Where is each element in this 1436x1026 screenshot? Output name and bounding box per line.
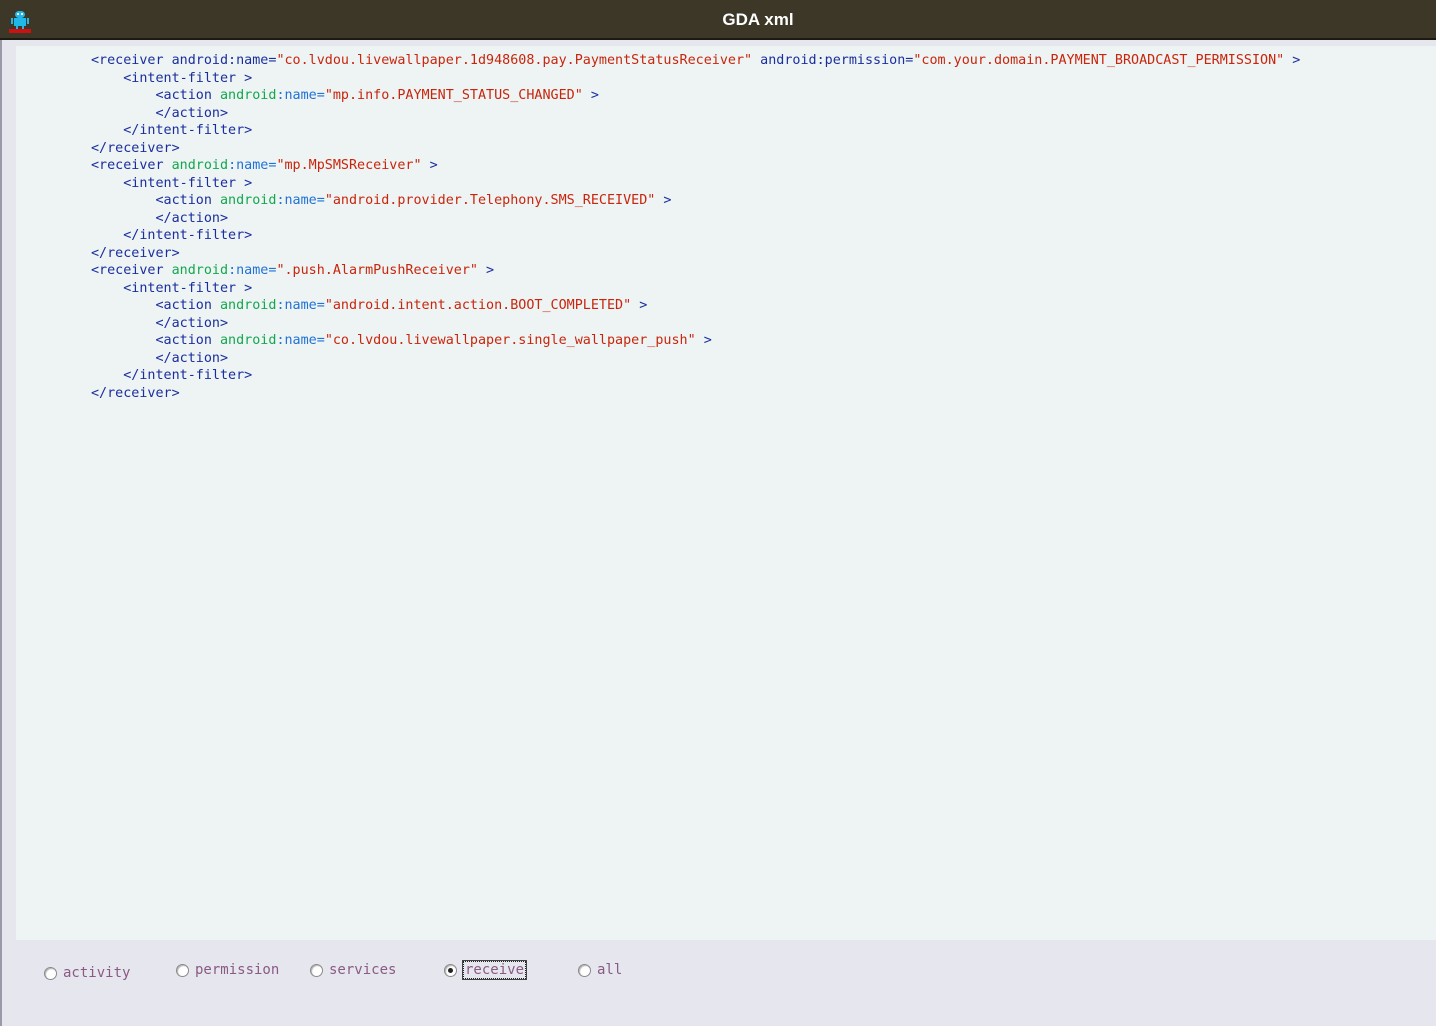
xml-line: </action> — [91, 105, 1300, 123]
window-title: GDA xml — [722, 10, 794, 29]
xml-line: </receiver> — [91, 245, 1300, 263]
xml-token: android — [171, 158, 229, 173]
xml-token: </action> — [155, 315, 229, 331]
xml-token: = — [316, 88, 325, 103]
xml-token: <receiver — [91, 263, 172, 278]
window-left-border — [0, 40, 2, 1026]
xml-token: </receiver> — [91, 245, 180, 261]
xml-token: <action — [155, 88, 220, 103]
xml-token: android — [220, 298, 277, 313]
xml-line: <action android:name="android.provider.T… — [91, 192, 1300, 210]
xml-token: <receiver — [91, 158, 172, 173]
xml-token: ".push.AlarmPushReceiver" — [276, 263, 478, 278]
radio-circle[interactable] — [578, 963, 591, 977]
xml-token: > — [631, 298, 648, 313]
xml-token: > — [695, 333, 712, 348]
xml-line: <receiver android:name=".push.AlarmPushR… — [91, 262, 1300, 280]
xml-token: <intent-filter > — [123, 280, 253, 296]
xml-line: <action android:name="co.lvdou.livewallp… — [91, 332, 1300, 350]
radio-label-activity: activity — [63, 965, 131, 981]
filter-bar: activity permission services receive all — [16, 940, 1436, 1026]
xml-line: <intent-filter > — [91, 70, 1300, 88]
xml-token: android — [220, 333, 277, 348]
xml-token: :name — [276, 333, 317, 348]
xml-token: </action> — [155, 105, 229, 121]
xml-viewer[interactable]: <receiver android:name="co.lvdou.livewal… — [16, 46, 1436, 940]
xml-token: </receiver> — [91, 385, 180, 401]
xml-token: :name — [228, 263, 269, 278]
xml-token: android — [220, 193, 277, 208]
xml-line: </receiver> — [91, 140, 1300, 158]
xml-token: android:name — [171, 53, 269, 68]
xml-token: "co.lvdou.livewallpaper.single_wallpaper… — [324, 333, 696, 348]
xml-token: > — [421, 158, 438, 173]
xml-token: <intent-filter > — [123, 70, 253, 86]
xml-token: :name — [276, 298, 317, 313]
xml-line: <intent-filter > — [91, 175, 1300, 193]
xml-token: </action> — [155, 350, 229, 366]
xml-token: </action> — [155, 210, 229, 226]
xml-token: "mp.MpSMSReceiver" — [276, 158, 422, 173]
xml-line: </intent-filter> — [91, 227, 1300, 245]
xml-token: :name — [228, 158, 269, 173]
radio-label-receive: receive — [461, 960, 528, 980]
xml-token: <action — [155, 193, 220, 208]
xml-line: </action> — [91, 315, 1300, 333]
radio-circle-selected[interactable] — [444, 963, 457, 977]
xml-line: </intent-filter> — [91, 122, 1300, 140]
radio-circle[interactable] — [44, 966, 57, 980]
xml-line: </action> — [91, 210, 1300, 228]
xml-line: <action android:name="android.intent.act… — [91, 297, 1300, 315]
radio-services[interactable]: services — [310, 962, 396, 978]
xml-token: > — [655, 193, 672, 208]
xml-line: <receiver android:name="co.lvdou.livewal… — [91, 52, 1300, 70]
xml-token: </intent-filter> — [123, 123, 253, 138]
xml-token: > — [477, 263, 495, 278]
xml-line: <intent-filter > — [91, 280, 1300, 298]
radio-all[interactable]: all — [578, 962, 622, 978]
xml-token: <intent-filter > — [123, 175, 253, 191]
radio-label-services: services — [329, 962, 397, 978]
radio-label-all: all — [597, 962, 623, 978]
xml-token: android — [220, 88, 277, 103]
xml-token: > — [582, 88, 599, 103]
xml-token: "co.lvdou.livewallpaper.1d948608.pay.Pay… — [276, 53, 753, 68]
xml-token: = — [316, 298, 325, 313]
radio-receive[interactable]: receive — [444, 960, 528, 980]
xml-line: </action> — [91, 350, 1300, 368]
xml-token: android — [171, 263, 229, 278]
xml-token: android:permission — [752, 53, 906, 68]
xml-token: <receiver — [91, 53, 172, 68]
radio-circle[interactable] — [176, 963, 189, 977]
xml-token: "com.your.domain.PAYMENT_BROADCAST_PERMI… — [913, 53, 1285, 68]
xml-token: = — [316, 193, 325, 208]
xml-line: </receiver> — [91, 385, 1300, 403]
xml-line: <action android:name="mp.info.PAYMENT_ST… — [91, 87, 1300, 105]
xml-token: <action — [155, 298, 220, 313]
xml-token: :name — [276, 88, 317, 103]
xml-code[interactable]: <receiver android:name="co.lvdou.livewal… — [91, 52, 1300, 402]
xml-token: </intent-filter> — [123, 368, 253, 383]
radio-permission[interactable]: permission — [176, 962, 279, 978]
title-bar: GDA xml — [0, 0, 1436, 40]
xml-line: <receiver android:name="mp.MpSMSReceiver… — [91, 157, 1300, 175]
xml-token: "mp.info.PAYMENT_STATUS_CHANGED" — [324, 88, 583, 103]
xml-token: = — [316, 333, 325, 348]
xml-token: </receiver> — [91, 140, 180, 156]
xml-line: </intent-filter> — [91, 367, 1300, 385]
xml-token: </intent-filter> — [123, 228, 253, 243]
xml-token: :name — [276, 193, 317, 208]
radio-activity[interactable]: activity — [44, 965, 130, 981]
xml-token: "android.provider.Telephony.SMS_RECEIVED… — [324, 193, 656, 208]
xml-token: "android.intent.action.BOOT_COMPLETED" — [324, 298, 632, 313]
radio-label-permission: permission — [195, 962, 280, 978]
xml-token: > — [1284, 53, 1301, 68]
xml-token: <action — [155, 333, 220, 348]
radio-circle[interactable] — [310, 963, 323, 977]
